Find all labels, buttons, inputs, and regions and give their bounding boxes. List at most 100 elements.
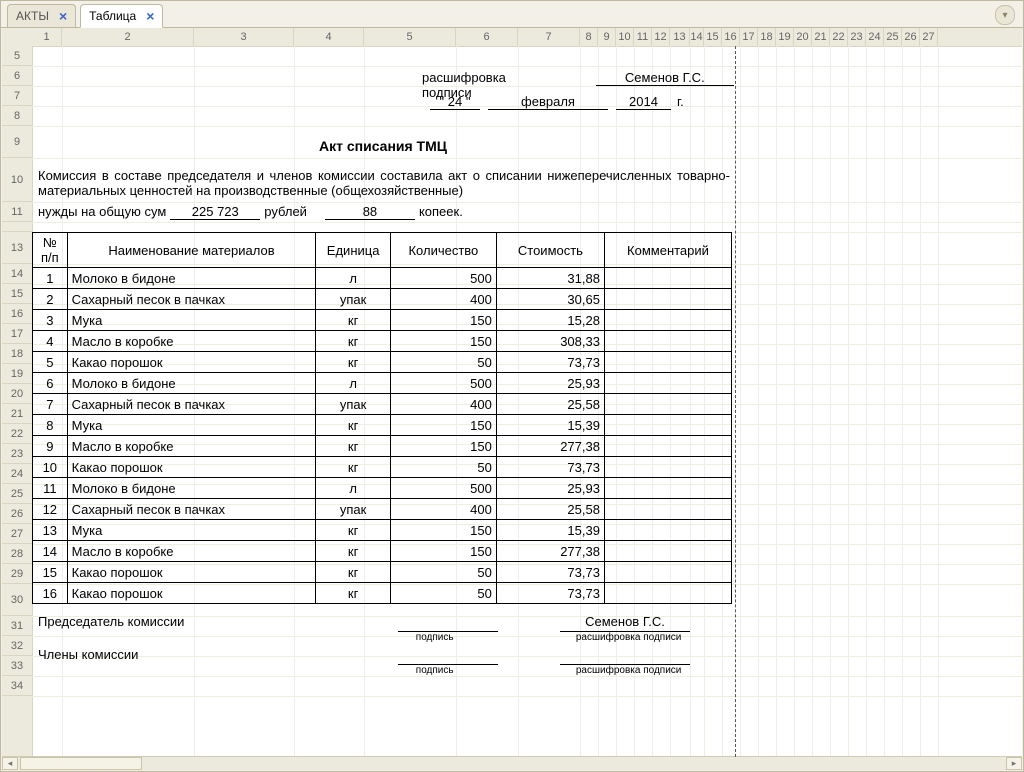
row-header[interactable]: 7 xyxy=(2,86,32,106)
row-header[interactable]: 19 xyxy=(2,364,32,384)
cell-n[interactable]: 8 xyxy=(33,415,68,436)
cell-name[interactable]: Молоко в бидоне xyxy=(67,268,316,289)
cell-comment[interactable] xyxy=(604,478,731,499)
cell-qty[interactable]: 500 xyxy=(390,373,496,394)
cell-unit[interactable]: упак xyxy=(316,499,391,520)
scroll-thumb[interactable] xyxy=(20,757,142,770)
date-day[interactable]: " 24 " xyxy=(430,94,480,110)
cell-unit[interactable]: л xyxy=(316,268,391,289)
cell-qty[interactable]: 50 xyxy=(390,457,496,478)
col-header[interactable]: 18 xyxy=(758,28,776,46)
member-name-line[interactable] xyxy=(560,647,690,665)
cell-qty[interactable]: 150 xyxy=(390,415,496,436)
col-header[interactable]: 6 xyxy=(456,28,518,46)
row-header[interactable]: 23 xyxy=(2,444,32,464)
col-header[interactable]: 16 xyxy=(722,28,740,46)
cell-qty[interactable]: 400 xyxy=(390,289,496,310)
cell-name[interactable]: Какао порошок xyxy=(67,457,316,478)
cell-cost[interactable]: 15,28 xyxy=(496,310,604,331)
scroll-left-icon[interactable]: ◂ xyxy=(2,757,18,770)
cell-unit[interactable]: упак xyxy=(316,394,391,415)
cell-n[interactable]: 13 xyxy=(33,520,68,541)
cell-comment[interactable] xyxy=(604,583,731,604)
cell-n[interactable]: 14 xyxy=(33,541,68,562)
row-header[interactable]: 29 xyxy=(2,564,32,584)
row-header[interactable]: 11 xyxy=(2,202,32,222)
cell-cost[interactable]: 30,65 xyxy=(496,289,604,310)
cell-comment[interactable] xyxy=(604,331,731,352)
row-header[interactable]: 15 xyxy=(2,284,32,304)
cell-name[interactable]: Масло в коробке xyxy=(67,331,316,352)
cell-n[interactable]: 12 xyxy=(33,499,68,520)
materials-table[interactable]: № п/п Наименование материалов Единица Ко… xyxy=(32,232,732,604)
row-header[interactable]: 34 xyxy=(2,676,32,696)
cell-name[interactable]: Какао порошок xyxy=(67,562,316,583)
col-header[interactable]: 26 xyxy=(902,28,920,46)
col-header[interactable]: 5 xyxy=(364,28,456,46)
panel-menu-button[interactable]: ▾ xyxy=(995,5,1015,25)
table-row[interactable]: 3Мукакг15015,28 xyxy=(33,310,732,331)
cell-cost[interactable]: 277,38 xyxy=(496,436,604,457)
cell-qty[interactable]: 400 xyxy=(390,499,496,520)
cell-cost[interactable]: 15,39 xyxy=(496,520,604,541)
row-header[interactable]: 33 xyxy=(2,656,32,676)
col-header[interactable]: 2 xyxy=(62,28,194,46)
row-header[interactable]: 20 xyxy=(2,384,32,404)
table-row[interactable]: 10Какао порошоккг5073,73 xyxy=(33,457,732,478)
cell-unit[interactable]: кг xyxy=(316,310,391,331)
row-header[interactable]: 25 xyxy=(2,484,32,504)
table-row[interactable]: 15Какао порошоккг5073,73 xyxy=(33,562,732,583)
col-header[interactable]: 12 xyxy=(652,28,670,46)
table-row[interactable]: 6Молоко в бидонел50025,93 xyxy=(33,373,732,394)
cell-unit[interactable]: кг xyxy=(316,457,391,478)
cell-comment[interactable] xyxy=(604,541,731,562)
row-header[interactable]: 9 xyxy=(2,126,32,158)
row-header[interactable] xyxy=(2,222,32,232)
cell-comment[interactable] xyxy=(604,394,731,415)
close-icon[interactable]: × xyxy=(59,11,67,21)
cell-comment[interactable] xyxy=(604,520,731,541)
cell-qty[interactable]: 500 xyxy=(390,478,496,499)
row-header[interactable]: 10 xyxy=(2,158,32,202)
cell-n[interactable]: 1 xyxy=(33,268,68,289)
cell-comment[interactable] xyxy=(604,268,731,289)
cell-name[interactable]: Сахарный песок в пачках xyxy=(67,499,316,520)
col-header[interactable]: 24 xyxy=(866,28,884,46)
cell-n[interactable]: 9 xyxy=(33,436,68,457)
cell-cost[interactable]: 73,73 xyxy=(496,583,604,604)
totals-sum[interactable]: 225 723 xyxy=(170,204,260,220)
cell-n[interactable]: 6 xyxy=(33,373,68,394)
row-header[interactable]: 31 xyxy=(2,616,32,636)
cell-qty[interactable]: 500 xyxy=(390,268,496,289)
spreadsheet[interactable]: 1234567891011121314151617181920212223242… xyxy=(2,28,1022,757)
col-header[interactable]: 19 xyxy=(776,28,794,46)
cell-n[interactable]: 5 xyxy=(33,352,68,373)
cell-qty[interactable]: 150 xyxy=(390,436,496,457)
cell-n[interactable]: 7 xyxy=(33,394,68,415)
col-header[interactable]: 1 xyxy=(32,28,62,46)
cell-name[interactable]: Сахарный песок в пачках xyxy=(67,289,316,310)
cell-comment[interactable] xyxy=(604,562,731,583)
row-header[interactable]: 5 xyxy=(2,46,32,66)
col-header[interactable]: 10 xyxy=(616,28,634,46)
cell-qty[interactable]: 150 xyxy=(390,331,496,352)
cell-cost[interactable]: 73,73 xyxy=(496,562,604,583)
totals-kop[interactable]: 88 xyxy=(325,204,415,220)
cell-name[interactable]: Мука xyxy=(67,520,316,541)
cell-cost[interactable]: 15,39 xyxy=(496,415,604,436)
cell-qty[interactable]: 150 xyxy=(390,310,496,331)
table-row[interactable]: 5Какао порошоккг5073,73 xyxy=(33,352,732,373)
col-header[interactable]: 15 xyxy=(704,28,722,46)
row-header[interactable]: 32 xyxy=(2,636,32,656)
date-month[interactable]: февраля xyxy=(488,94,608,110)
table-row[interactable]: 12Сахарный песок в пачкахупак40025,58 xyxy=(33,499,732,520)
cell-unit[interactable]: кг xyxy=(316,562,391,583)
cell-name[interactable]: Молоко в бидоне xyxy=(67,478,316,499)
cell-cost[interactable]: 25,58 xyxy=(496,394,604,415)
cell-unit[interactable]: кг xyxy=(316,520,391,541)
row-header[interactable]: 14 xyxy=(2,264,32,284)
col-header[interactable]: 21 xyxy=(812,28,830,46)
row-header[interactable]: 13 xyxy=(2,232,32,264)
tab-tablica[interactable]: Таблица × xyxy=(80,4,163,28)
table-row[interactable]: 11Молоко в бидонел50025,93 xyxy=(33,478,732,499)
